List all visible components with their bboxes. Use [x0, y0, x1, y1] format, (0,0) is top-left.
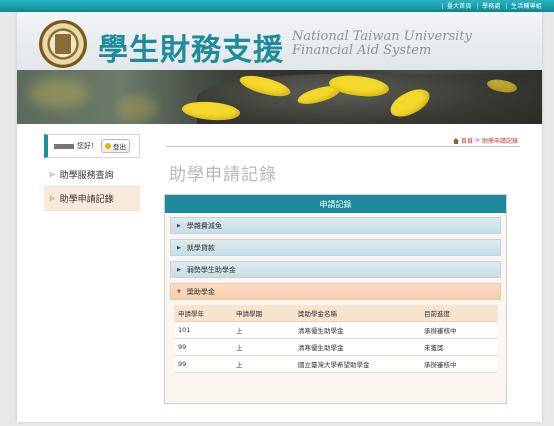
site-banner: 學生財務支援 National Taiwan University Financ… [17, 12, 542, 124]
logout-icon [105, 143, 111, 149]
triangle-down-icon: ▼ [177, 288, 181, 295]
top-links: | 臺大首頁 | 學務處 | 生活輔導組 [441, 3, 542, 10]
triangle-right-icon: ▶ [177, 244, 181, 251]
table-header-row: 申請學年 申請學期 獎助學金名稱 目前進度 [174, 305, 498, 322]
cell-semester: 上 [232, 355, 294, 373]
sidebar-item-label: 助學服務查詢 [59, 171, 114, 181]
greeting-text: 您好！ [77, 142, 98, 150]
cell-scholarship-name: 清寒優生助學金 [294, 321, 420, 339]
cell-semester: 上 [232, 321, 294, 339]
column-header-status: 目前進度 [420, 305, 498, 322]
cell-year: 99 [174, 338, 232, 356]
cell-status: 承辦審核中 [420, 355, 498, 373]
cell-scholarship-name: 國立臺灣大學希望助學金 [294, 355, 420, 373]
category-scholarship[interactable]: ▼ 獎助學金 [170, 283, 501, 300]
university-seal-logo[interactable] [39, 20, 87, 68]
page-title: 助學申請記錄 [169, 165, 277, 185]
user-name-redacted [54, 143, 74, 149]
logout-label: 登出 [113, 143, 126, 151]
breadcrumb: 首頁 > 助學申請記錄 [452, 136, 518, 145]
category-label: 獎助學金 [186, 287, 215, 296]
site-title-english-line1: National Taiwan University [292, 29, 472, 44]
category-label: 就學貸款 [186, 243, 215, 252]
column-header-semester: 申請學期 [232, 305, 294, 322]
top-link-life-guidance[interactable]: 生活輔導組 [511, 3, 542, 10]
site-title-english-line2: Financial Aid System [292, 43, 432, 58]
table-row: 99 上 清寒優生助學金 未獲獎 [174, 338, 498, 356]
sidebar-item-application-records[interactable]: ▷ 助學申請記錄 [44, 187, 140, 211]
site-title-english: National Taiwan University Financial Aid… [292, 30, 472, 58]
top-bar: | 臺大首頁 | 學務處 | 生活輔導組 [0, 0, 554, 12]
cell-year: 99 [174, 355, 232, 373]
table-row: 99 上 國立臺灣大學希望助學金 承辦審核中 [174, 355, 498, 373]
breadcrumb-home[interactable]: 首頁 [461, 136, 473, 145]
user-greeting: 您好！ 登出 [44, 134, 140, 158]
sidebar-item-service-inquiry[interactable]: ▷ 助學服務查詢 [44, 163, 140, 187]
category-label: 弱勢學生助學金 [186, 265, 236, 274]
category-tuition-waiver[interactable]: ▶ 學雜費減免 [170, 217, 501, 234]
home-icon [452, 137, 459, 144]
banner-photo [17, 70, 542, 124]
top-link-ntu-home[interactable]: 臺大首頁 [447, 3, 472, 10]
triangle-right-icon: ▶ [177, 266, 181, 273]
triangle-right-icon: ▷ [50, 171, 55, 178]
cell-status: 未獲獎 [420, 338, 498, 356]
triangle-right-icon: ▷ [50, 195, 55, 202]
category-label: 學雜費減免 [186, 221, 222, 230]
column-header-scholarship-name: 獎助學金名稱 [294, 305, 420, 322]
triangle-right-icon: ▶ [177, 222, 181, 229]
scholarship-table: 申請學年 申請學期 獎助學金名稱 目前進度 101 上 清寒優生助學金 承辦審核… [174, 305, 498, 373]
category-disadvantaged-grant[interactable]: ▶ 弱勢學生助學金 [170, 261, 501, 278]
breadcrumb-divider [166, 146, 520, 147]
sidebar-item-label: 助學申請記錄 [59, 195, 114, 205]
column-header-year: 申請學年 [174, 305, 232, 322]
cell-scholarship-name: 清寒優生助學金 [294, 338, 420, 356]
breadcrumb-separator: > [474, 137, 480, 144]
cell-status: 承辦審核中 [420, 321, 498, 339]
table-row: 101 上 清寒優生助學金 承辦審核中 [174, 321, 498, 339]
logout-button[interactable]: 登出 [101, 139, 130, 153]
cell-semester: 上 [232, 338, 294, 356]
page-container: 學生財務支援 National Taiwan University Financ… [17, 12, 542, 422]
cell-year: 101 [174, 321, 232, 339]
site-title[interactable]: 學生財務支援 [98, 25, 284, 69]
panel-heading: 申請記錄 [165, 195, 506, 213]
top-link-student-affairs[interactable]: 學務處 [482, 3, 501, 10]
records-panel: 申請記錄 ▶ 學雜費減免 ▶ 就學貸款 ▶ 弱勢學生助學金 ▼ 獎助學金 申請學… [164, 194, 507, 404]
breadcrumb-current: 助學申請記錄 [481, 138, 518, 145]
category-student-loan[interactable]: ▶ 就學貸款 [170, 239, 501, 256]
